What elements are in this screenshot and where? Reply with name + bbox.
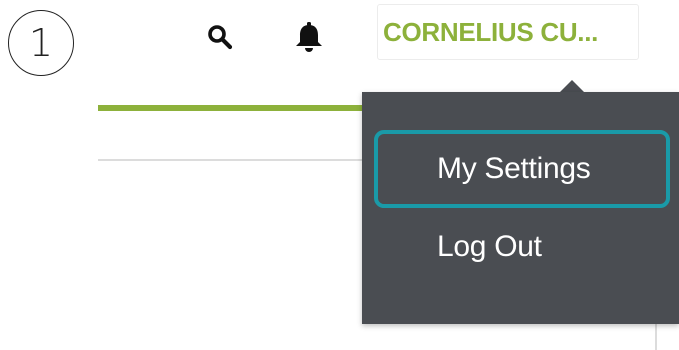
menu-item-log-out[interactable]: Log Out	[374, 209, 670, 285]
menu-item-label: Log Out	[437, 230, 542, 263]
menu-item-label: My Settings	[437, 152, 591, 185]
user-display-name: CORNELIUS CU...	[383, 16, 599, 47]
search-icon[interactable]	[207, 24, 233, 50]
active-tab-indicator	[98, 105, 365, 111]
bell-icon[interactable]	[292, 20, 326, 54]
user-dropdown-menu: My Settings Log Out	[362, 92, 679, 324]
menu-item-my-settings[interactable]: My Settings	[374, 130, 670, 208]
user-menu-button[interactable]: CORNELIUS CU...	[377, 4, 639, 60]
step-number-badge: 1	[8, 10, 74, 76]
panel-border	[655, 322, 657, 350]
screenshot-stage: 1 CORNELIUS CU... My Settings Log Out	[0, 0, 679, 350]
content-divider	[98, 159, 365, 161]
